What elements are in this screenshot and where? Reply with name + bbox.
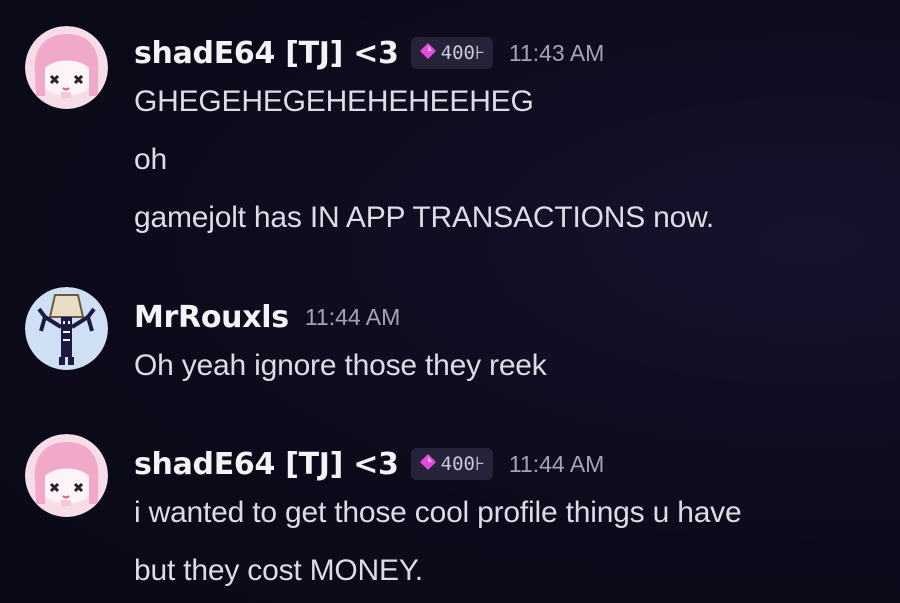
message-text: gamejolt has IN APP TRANSACTIONS now. xyxy=(134,201,715,234)
currency-badge[interactable]: 400⊦ xyxy=(410,448,493,480)
timestamp[interactable]: 11:44 AM xyxy=(509,451,604,478)
username[interactable]: shadE64 [TJ] <3 xyxy=(134,36,399,71)
message-text: GHEGEHEGEHEHEHEEHEG xyxy=(134,85,534,118)
pink-gem-icon xyxy=(419,42,437,65)
timestamp[interactable]: 11:43 AM xyxy=(509,40,604,67)
pixel-lamp-avatar-icon xyxy=(25,287,108,370)
currency-badge[interactable]: 400⊦ xyxy=(410,37,493,69)
badge-text: 400⊦ xyxy=(440,453,485,475)
avatar[interactable] xyxy=(25,26,108,109)
message-header: MrRouxls 11:44 AM xyxy=(134,297,890,337)
message-text: Oh yeah ignore those they reek xyxy=(134,349,547,382)
timestamp[interactable]: 11:44 AM xyxy=(305,304,400,331)
pink-gem-icon xyxy=(419,453,437,476)
avatar[interactable] xyxy=(25,287,108,370)
badge-text: 400⊦ xyxy=(440,42,485,64)
message-header: shadE64 [TJ] <3 400⊦ 11:43 AM xyxy=(134,33,890,73)
pink-hair-avatar-icon xyxy=(25,434,108,517)
username[interactable]: MrRouxls xyxy=(134,300,289,335)
pink-hair-avatar-icon xyxy=(25,26,108,109)
message-text: oh xyxy=(134,143,167,176)
message-header: shadE64 [TJ] <3 400⊦ 11:44 AM xyxy=(134,444,890,484)
message-text: i wanted to get those cool profile thing… xyxy=(134,496,742,529)
username[interactable]: shadE64 [TJ] <3 xyxy=(134,447,399,482)
message-text: but they cost MONEY. xyxy=(134,554,423,587)
avatar[interactable] xyxy=(25,434,108,517)
